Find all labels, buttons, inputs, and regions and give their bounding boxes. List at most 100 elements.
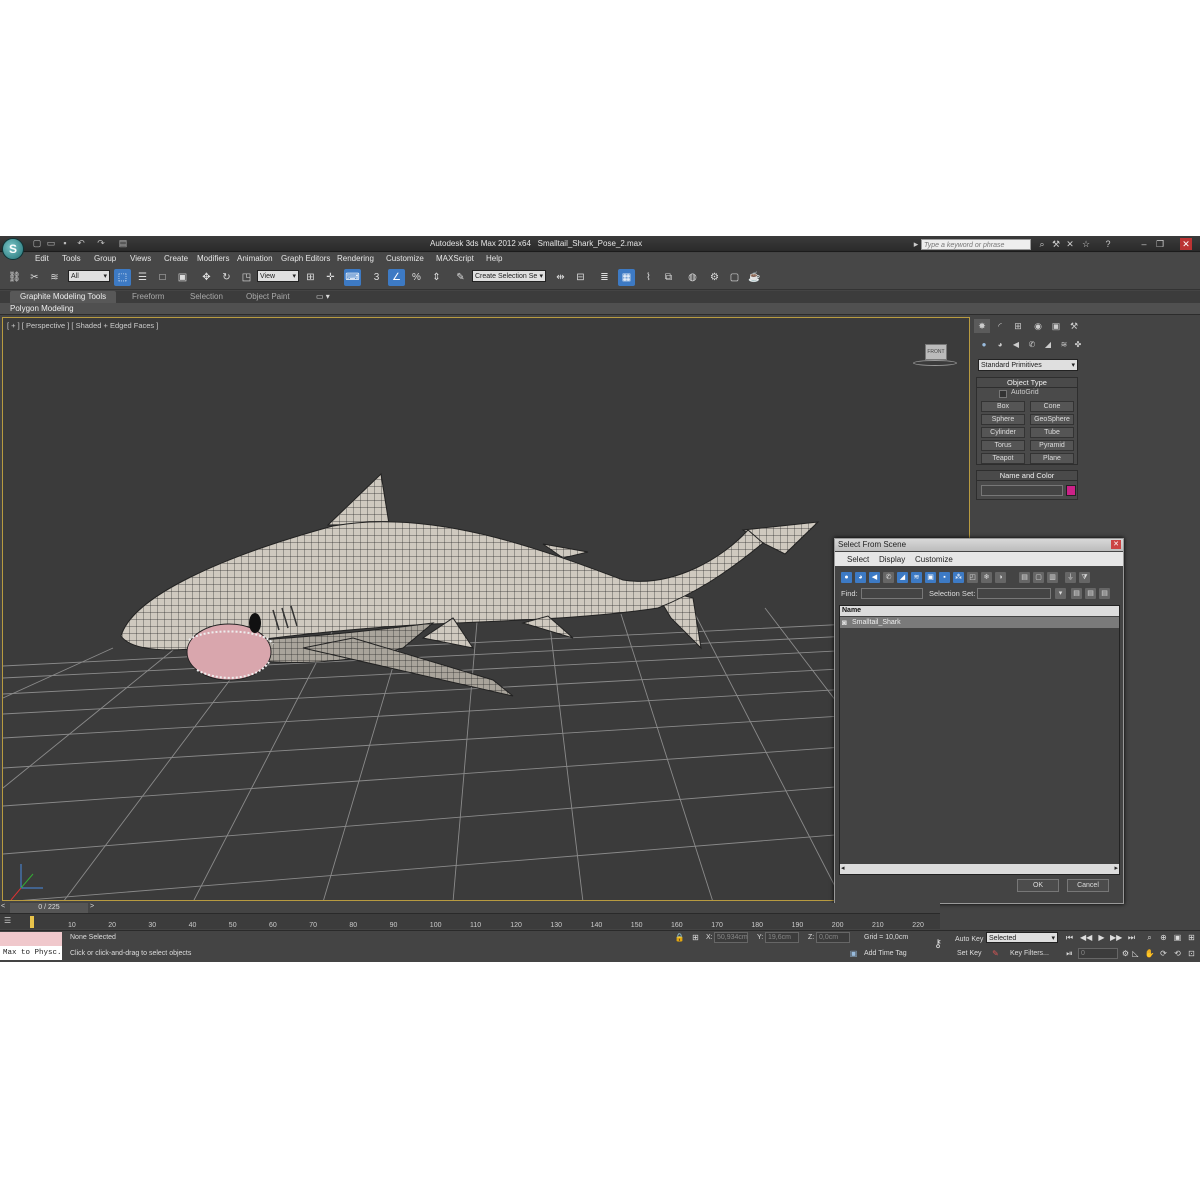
hierarchy-panel-icon[interactable]: ⊞	[1010, 319, 1026, 333]
material-editor-icon[interactable]: ◍	[684, 269, 701, 286]
dialog-title-bar[interactable]: Select From Scene	[835, 539, 1123, 551]
display-cameras-icon[interactable]: ✆	[883, 572, 894, 583]
selection-set-options-icon[interactable]: ▾	[1055, 588, 1066, 599]
y-coordinate-field[interactable]: 19,6cm	[765, 932, 799, 943]
dialog-menu-customize[interactable]: Customize	[915, 555, 953, 564]
tab-object-paint[interactable]: Object Paint	[236, 291, 300, 303]
menu-customize[interactable]: Customize	[386, 254, 424, 263]
select-object-icon[interactable]: ⬚	[114, 269, 131, 286]
orbit-icon[interactable]: ⟳	[1158, 948, 1169, 959]
set-key-button[interactable]: Set Key	[957, 950, 982, 957]
geometry-icon[interactable]: ●	[978, 339, 990, 351]
autogrid-checkbox[interactable]	[999, 390, 1007, 398]
percent-snap-icon[interactable]: %	[408, 269, 425, 286]
menu-help[interactable]: Help	[486, 254, 502, 263]
menu-modifiers[interactable]: Modifiers	[197, 254, 229, 263]
object-name-field[interactable]	[981, 485, 1063, 496]
select-and-move-icon[interactable]: ✥	[198, 269, 215, 286]
field-of-view-icon[interactable]: ◺	[1130, 948, 1141, 959]
communication-icon[interactable]: ✕	[1064, 238, 1076, 250]
space-warps-icon[interactable]: ≋	[1058, 339, 1070, 351]
menu-animation[interactable]: Animation	[237, 254, 273, 263]
geosphere-button[interactable]: GeoSphere	[1030, 414, 1074, 425]
plane-button[interactable]: Plane	[1030, 453, 1074, 464]
named-selection-sets-dropdown[interactable]: Create Selection Se	[472, 270, 546, 283]
time-slider-next-icon[interactable]: >	[90, 903, 94, 910]
set-key-icon[interactable]: ⚷	[930, 939, 946, 950]
select-and-rotate-icon[interactable]: ↻	[218, 269, 235, 286]
shapes-icon[interactable]: ◕	[994, 339, 1006, 351]
select-invert-icon[interactable]: ▥	[1047, 572, 1058, 583]
maxscript-mini-listener[interactable]: Max to Physc.	[0, 932, 62, 960]
subscription-icon[interactable]: ⚒	[1050, 238, 1062, 250]
play-icon[interactable]: ▶	[1096, 932, 1107, 943]
new-file-icon[interactable]: ▢	[32, 238, 42, 248]
go-to-start-icon[interactable]: ⏮	[1064, 932, 1075, 943]
project-folder-icon[interactable]: ▤	[118, 238, 128, 248]
display-xrefs-icon[interactable]: ▪	[939, 572, 950, 583]
schematic-view-icon[interactable]: ⧉	[660, 269, 677, 286]
maximize-viewport-icon[interactable]: ⊡	[1186, 948, 1197, 959]
display-hidden-icon[interactable]: ◑	[995, 572, 1006, 583]
application-button[interactable]: S	[2, 238, 24, 260]
category-dropdown[interactable]: Standard Primitives	[978, 359, 1078, 372]
menu-tools[interactable]: Tools	[62, 254, 81, 263]
select-and-link-icon[interactable]: ⛓	[6, 269, 23, 286]
edit-named-selection-icon[interactable]: ✎	[452, 269, 469, 286]
viewcube-ring[interactable]	[913, 360, 957, 366]
selection-filter-dropdown[interactable]: All	[68, 270, 110, 283]
window-crossing-icon[interactable]: ▣	[174, 269, 191, 286]
pan-view-icon[interactable]: ✋	[1144, 948, 1155, 959]
scene-object-list[interactable]: Name ◙ Smalltail_Shark ◂ ▸	[839, 605, 1120, 875]
scroll-right-icon[interactable]: ▸	[1114, 864, 1118, 872]
display-bones-icon[interactable]: ⁂	[953, 572, 964, 583]
box-button[interactable]: Box	[981, 401, 1025, 412]
ok-button[interactable]: OK	[1017, 879, 1059, 892]
select-and-manipulate-icon[interactable]: ✛	[322, 269, 339, 286]
display-groups-icon[interactable]: ▣	[925, 572, 936, 583]
cameras-icon[interactable]: ✆	[1026, 339, 1038, 351]
menu-group[interactable]: Group	[94, 254, 116, 263]
time-slider-bar[interactable]: < 0 / 225 >	[0, 903, 940, 913]
display-containers-icon[interactable]: ◰	[967, 572, 978, 583]
name-and-color-header[interactable]: Name and Color	[977, 471, 1077, 481]
mini-curve-editor-icon[interactable]: ☰	[4, 916, 18, 926]
graphite-toggle-icon[interactable]: ▦	[618, 269, 635, 286]
dialog-menu-select[interactable]: Select	[847, 555, 869, 564]
bind-space-warp-icon[interactable]: ≋	[46, 269, 63, 286]
horizontal-scrollbar[interactable]: ◂ ▸	[840, 864, 1119, 874]
menu-rendering[interactable]: Rendering	[337, 254, 374, 263]
z-coordinate-field[interactable]: 0,0cm	[816, 932, 850, 943]
zoom-icon[interactable]: ⌕	[1144, 932, 1155, 943]
maxscript-listener-text[interactable]: Max to Physc.	[0, 946, 62, 960]
select-all-icon[interactable]: ▤	[1019, 572, 1030, 583]
mirror-icon[interactable]: ⇹	[552, 269, 569, 286]
go-to-end-icon[interactable]: ⏭	[1126, 932, 1137, 943]
viewcube[interactable]: FRONT	[913, 342, 957, 370]
display-helpers-icon[interactable]: ◢	[897, 572, 908, 583]
remove-selection-set-icon[interactable]: ▤	[1085, 588, 1096, 599]
ribbon-options-icon[interactable]: ▭ ▾	[306, 291, 340, 303]
current-frame-marker[interactable]	[30, 916, 34, 928]
select-and-scale-icon[interactable]: ◳	[238, 269, 255, 286]
unlink-icon[interactable]: ✂	[26, 269, 43, 286]
systems-icon[interactable]: ✤	[1072, 339, 1084, 351]
display-panel-icon[interactable]: ▣	[1048, 319, 1064, 333]
object-type-header[interactable]: Object Type	[977, 378, 1077, 388]
undo-icon[interactable]: ↶	[76, 238, 86, 248]
teapot-button[interactable]: Teapot	[981, 453, 1025, 464]
render-setup-icon[interactable]: ⚙	[706, 269, 723, 286]
key-mode-dropdown[interactable]: Selected	[986, 932, 1058, 945]
filter-icon[interactable]: ⧩	[1079, 572, 1090, 583]
rendered-frame-window-icon[interactable]: ▢	[726, 269, 743, 286]
previous-frame-icon[interactable]: ◀◀	[1080, 932, 1092, 943]
display-lights-icon[interactable]: ◀	[869, 572, 880, 583]
sync-selection-icon[interactable]: ⏚	[1065, 572, 1076, 583]
menu-edit[interactable]: Edit	[35, 254, 49, 263]
close-icon[interactable]: ✕	[1180, 238, 1192, 250]
pivot-center-icon[interactable]: ⊞	[302, 269, 319, 286]
display-geometry-icon[interactable]: ●	[841, 572, 852, 583]
polygon-modeling-panel[interactable]: Polygon Modeling	[0, 303, 1200, 315]
layer-manager-icon[interactable]: ≣	[596, 269, 613, 286]
selection-set-dropdown[interactable]	[977, 588, 1051, 599]
